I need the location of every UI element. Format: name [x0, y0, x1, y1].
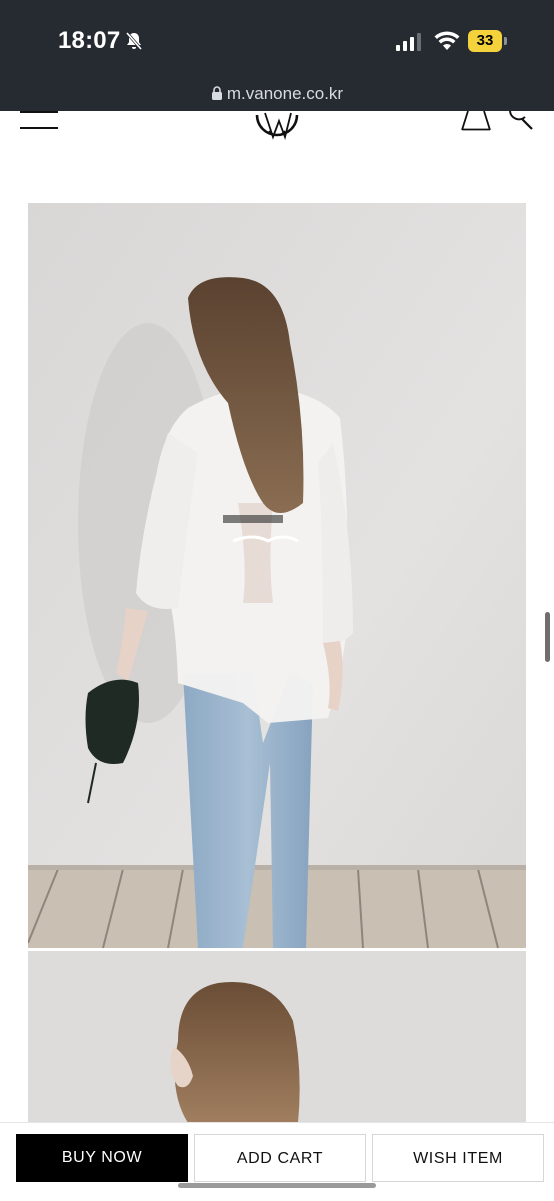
bottom-action-bar: BUY NOW ADD CART WISH ITEM — [0, 1122, 554, 1201]
shopping-bag-icon[interactable] — [460, 111, 492, 131]
scrollbar[interactable] — [545, 612, 550, 662]
home-indicator[interactable] — [178, 1183, 376, 1188]
wifi-icon — [434, 31, 460, 50]
product-image[interactable] — [28, 203, 526, 948]
battery-cap — [504, 37, 507, 45]
status-bar: 18:07 33 m.vanone.co.kr — [0, 0, 554, 111]
signal-icon — [396, 33, 421, 51]
battery-level: 33 — [476, 32, 494, 49]
address-bar[interactable]: m.vanone.co.kr — [0, 84, 554, 104]
bell-slash-icon — [125, 32, 143, 50]
lock-icon — [211, 86, 222, 100]
product-image-2[interactable] — [28, 951, 526, 1123]
wish-item-button[interactable]: WISH ITEM — [372, 1134, 544, 1182]
status-time: 18:07 — [58, 27, 121, 54]
buy-now-button[interactable]: BUY NOW — [16, 1134, 188, 1182]
site-header — [0, 111, 554, 171]
menu-icon[interactable] — [20, 111, 58, 129]
logo[interactable] — [255, 111, 299, 151]
search-icon[interactable] — [506, 111, 534, 131]
url-text: m.vanone.co.kr — [226, 84, 344, 103]
battery-charging-icon: 33 — [468, 30, 502, 52]
add-cart-button[interactable]: ADD CART — [194, 1134, 366, 1182]
